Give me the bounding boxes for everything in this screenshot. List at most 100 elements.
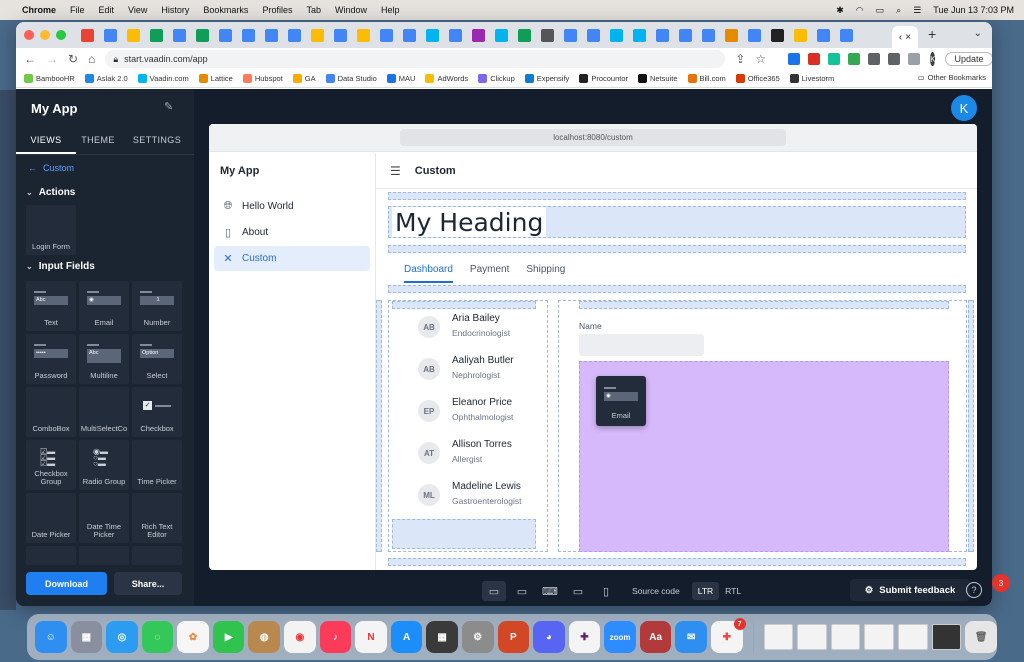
nav-custom[interactable]: ✕ Custom [214, 246, 370, 271]
share-button[interactable]: Share... [114, 572, 182, 595]
bookmark-item[interactable]: Aslak 2.0 [84, 74, 128, 83]
zoom-window-icon[interactable] [56, 30, 66, 40]
system-settings-icon[interactable]: ⚙ [461, 621, 494, 653]
tile-number[interactable]: 1 Number [132, 281, 182, 331]
active-tab[interactable]: ‹ × [892, 26, 918, 48]
dragged-email-tile[interactable]: ◉ Email [596, 376, 646, 426]
new-tab-icon[interactable]: + [928, 26, 936, 42]
menu-profiles[interactable]: Profiles [262, 5, 292, 15]
mail-icon[interactable]: ✉ [675, 621, 707, 653]
tile-combobox[interactable]: ComboBox [26, 387, 76, 437]
minimize-window-icon[interactable] [40, 30, 50, 40]
tablet-icon[interactable]: ▭ [566, 581, 590, 601]
recent-document-thumbnail[interactable] [830, 624, 861, 650]
menu-edit[interactable]: Edit [99, 5, 115, 15]
tab-docs-icon[interactable] [265, 28, 278, 42]
tab-sheets-icon[interactable] [150, 28, 163, 42]
desktop-window-icon[interactable]: ▭ [482, 581, 506, 601]
tab-docs-icon[interactable] [840, 28, 853, 42]
menu-window[interactable]: Window [335, 5, 367, 15]
tab-dashboard[interactable]: Dashboard [404, 264, 453, 283]
section-actions[interactable]: ⌄ Actions [26, 187, 75, 198]
menu-history[interactable]: History [161, 5, 189, 15]
tab-payment[interactable]: Payment [470, 264, 509, 283]
discord-icon[interactable]: ◕ [533, 621, 565, 653]
tile-password[interactable]: ••••• Password [26, 334, 76, 384]
tab-settings[interactable]: SETTINGS [120, 129, 194, 154]
tab-slides-icon[interactable] [127, 28, 140, 42]
heading-slot[interactable]: My Heading [388, 206, 966, 238]
tab-docs-icon[interactable] [656, 28, 669, 42]
tab-github-icon[interactable] [541, 28, 554, 42]
tab-docs-icon[interactable] [173, 28, 186, 42]
layout-slot[interactable] [388, 558, 966, 566]
download-button[interactable]: Download [26, 572, 107, 595]
bookmark-item[interactable]: Livestorm [789, 74, 834, 83]
tab-vaadin-icon[interactable] [426, 28, 439, 42]
tab-search-icon[interactable]: ⌄ [974, 28, 982, 39]
nav-hello-world[interactable]: 🌐︎ Hello World [214, 194, 370, 219]
battery-icon[interactable]: ▭ [876, 5, 885, 16]
profile-avatar[interactable]: K [930, 52, 936, 66]
tab-gmail-icon[interactable] [81, 28, 94, 42]
tile-date-picker[interactable]: Date Picker [26, 493, 76, 543]
tab-docs-icon[interactable] [748, 28, 761, 42]
other-bookmarks[interactable]: ▭ Other Bookmarks [918, 73, 986, 82]
tab-docs-icon[interactable] [288, 28, 301, 42]
layout-slot[interactable] [388, 245, 966, 253]
nav-about[interactable]: ▯ About [214, 220, 370, 245]
tile-partial[interactable] [26, 546, 76, 566]
bookmark-item[interactable]: Data Studio [325, 74, 377, 83]
share-icon[interactable]: ⇪ [735, 52, 745, 66]
news-icon[interactable]: N [355, 621, 387, 653]
slack-notify-icon[interactable]: ✚ 7 [710, 618, 746, 653]
dictionary-icon[interactable]: Aa [639, 621, 672, 653]
bookmark-item[interactable]: Office365 [735, 74, 780, 83]
tab-sheets-icon[interactable] [518, 28, 531, 42]
chrome-icon[interactable]: ◉ [284, 621, 316, 653]
tile-date-time-picker[interactable]: Date Time Picker [79, 493, 129, 543]
tab-docs-icon[interactable] [564, 28, 577, 42]
menu-file[interactable]: File [70, 5, 85, 15]
address-bar[interactable]: 🔒︎ start.vaadin.com/app [105, 50, 726, 68]
bookmark-item[interactable]: Clickup [478, 74, 515, 83]
layout-slot[interactable] [392, 519, 536, 549]
menu-view[interactable]: View [128, 5, 147, 15]
extension-icon[interactable] [788, 53, 801, 65]
music-icon[interactable]: ♪ [319, 621, 352, 653]
help-icon[interactable]: ? [966, 582, 982, 598]
tab-drive-icon[interactable] [104, 28, 117, 42]
wifi-icon[interactable]: ◠ [856, 5, 864, 16]
user-avatar[interactable]: K [951, 95, 977, 121]
submit-feedback-button[interactable]: ⚙ Submit feedback [850, 579, 970, 601]
zoom-icon[interactable]: zoom [604, 621, 636, 653]
tab-docs-icon[interactable] [449, 28, 462, 42]
tile-time-picker[interactable]: Time Picker [132, 440, 182, 490]
tab-vaadin-icon[interactable] [495, 28, 508, 42]
forward-icon[interactable]: → [46, 52, 58, 66]
sidepanel-icon[interactable] [908, 53, 921, 65]
tab-lattice-icon[interactable] [725, 28, 738, 42]
recent-document-thumbnail[interactable] [898, 624, 928, 650]
menu-help[interactable]: Help [381, 5, 400, 15]
bookmark-item[interactable]: Procountor [579, 74, 628, 83]
tab-slides-icon[interactable] [357, 28, 370, 42]
tab-theme[interactable]: THEME [76, 129, 120, 154]
tab-docs-icon[interactable] [334, 28, 347, 42]
bookmark-item[interactable]: MAU [386, 74, 415, 83]
photos-icon[interactable]: ✿ [177, 621, 209, 653]
tab-sheets-icon[interactable] [196, 28, 209, 42]
tile-partial[interactable] [79, 546, 129, 566]
close-tab-icon[interactable]: × [905, 32, 911, 43]
recent-document-thumbnail[interactable] [763, 624, 794, 650]
tab-vaadin-icon[interactable] [633, 28, 646, 42]
tab-docs-icon[interactable] [380, 28, 393, 42]
bookmark-star-icon[interactable]: ☆ [755, 52, 766, 66]
puzzle-icon[interactable] [888, 53, 901, 65]
list-item[interactable]: AB Aaliyah Butler Nephrologist [418, 352, 558, 392]
recent-document-thumbnail[interactable] [931, 624, 962, 650]
update-button[interactable]: Update [945, 52, 992, 66]
tab-vaadin-icon[interactable] [610, 28, 623, 42]
source-code-link[interactable]: Source code [632, 586, 680, 596]
menubar-clock[interactable]: Tue Jun 13 7:03 PM [933, 5, 1014, 15]
